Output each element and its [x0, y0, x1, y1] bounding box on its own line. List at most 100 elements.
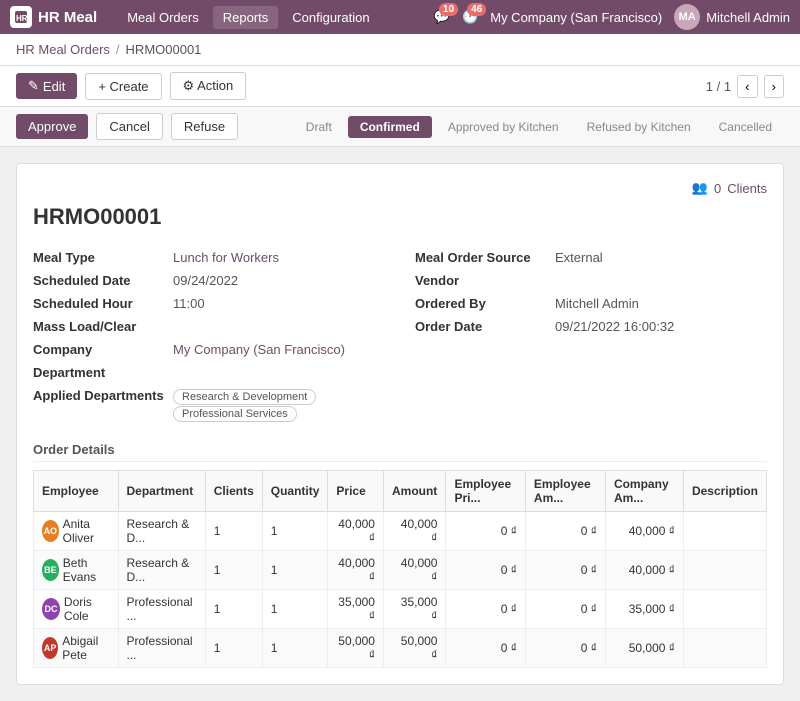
col-emp-amount: Employee Am... [525, 471, 605, 512]
cell-department: Professional ... [118, 590, 205, 629]
refuse-button[interactable]: Refuse [171, 113, 238, 140]
step-draft[interactable]: Draft [294, 116, 344, 138]
table-row[interactable]: AO Anita Oliver Research & D... 1 1 40,0… [34, 512, 767, 551]
cell-employee: BE Beth Evans [34, 551, 119, 590]
top-navigation: HR HR Meal Meal Orders Reports Configura… [0, 0, 800, 34]
table-body: AO Anita Oliver Research & D... 1 1 40,0… [34, 512, 767, 668]
order-details-title: Order Details [33, 442, 767, 462]
col-employee: Employee [34, 471, 119, 512]
avatar: MA [674, 4, 700, 30]
clients-badge[interactable]: 👥 0 Clients [692, 180, 767, 196]
svg-text:HR: HR [16, 14, 28, 23]
cell-clients: 1 [205, 551, 262, 590]
field-mass-load: Mass Load/Clear [33, 315, 385, 338]
col-description: Description [683, 471, 766, 512]
cell-amount: 35,000 ₫ [383, 590, 445, 629]
order-table: Employee Department Clients Quantity Pri… [33, 470, 767, 668]
cell-department: Research & D... [118, 551, 205, 590]
status-bar: Approve Cancel Refuse Draft Confirmed Ap… [0, 107, 800, 147]
cell-emp-amount: 0 ₫ [525, 551, 605, 590]
breadcrumb-current: HRMO00001 [126, 42, 202, 57]
tag-research[interactable]: Research & Development [173, 389, 316, 405]
todo-badge[interactable]: 🕐 46 [462, 9, 478, 25]
user-name: Mitchell Admin [706, 10, 790, 25]
brand-name: HR Meal [38, 9, 97, 26]
clients-label: Clients [727, 181, 767, 196]
breadcrumb-separator: / [116, 42, 120, 57]
clients-count: 0 [714, 181, 721, 196]
cell-employee: AP Abigail Pete [34, 629, 119, 668]
page-prev-button[interactable]: ‹ [737, 75, 757, 98]
cell-emp-price: 0 ₫ [446, 590, 525, 629]
main-content: 👥 0 Clients HRMO00001 Meal Type Lunch fo… [0, 147, 800, 701]
cell-amount: 50,000 ₫ [383, 629, 445, 668]
brand-icon: HR [10, 6, 32, 28]
field-ordered-by: Ordered By Mitchell Admin [415, 292, 767, 315]
step-confirmed[interactable]: Confirmed [348, 116, 432, 138]
breadcrumb-parent[interactable]: HR Meal Orders [16, 42, 110, 57]
cell-clients: 1 [205, 512, 262, 551]
cell-price: 40,000 ₫ [328, 551, 384, 590]
col-price: Price [328, 471, 384, 512]
cell-company-amount: 40,000 ₫ [605, 512, 683, 551]
nav-actions: 💬 10 🕐 46 My Company (San Francisco) MA … [434, 4, 790, 30]
step-refused-kitchen[interactable]: Refused by Kitchen [575, 116, 703, 138]
create-button[interactable]: + Create [85, 73, 161, 100]
approve-button[interactable]: Approve [16, 114, 88, 139]
page-navigation: 1 / 1 ‹ › [706, 75, 784, 98]
cell-quantity: 1 [262, 551, 328, 590]
brand-logo[interactable]: HR HR Meal [10, 6, 97, 28]
cell-quantity: 1 [262, 512, 328, 551]
cell-company-amount: 50,000 ₫ [605, 629, 683, 668]
chat-count: 10 [439, 3, 458, 16]
field-vendor: Vendor [415, 269, 767, 292]
cell-amount: 40,000 ₫ [383, 551, 445, 590]
edit-button[interactable]: ✎ Edit [16, 73, 77, 99]
user-menu[interactable]: MA Mitchell Admin [674, 4, 790, 30]
cell-clients: 1 [205, 590, 262, 629]
cell-description [683, 590, 766, 629]
cell-company-amount: 40,000 ₫ [605, 551, 683, 590]
col-emp-price: Employee Pri... [446, 471, 525, 512]
table-row[interactable]: DC Doris Cole Professional ... 1 1 35,00… [34, 590, 767, 629]
cell-emp-price: 0 ₫ [446, 551, 525, 590]
action-button[interactable]: ⚙ Action [170, 72, 247, 100]
cell-price: 50,000 ₫ [328, 629, 384, 668]
cell-description [683, 551, 766, 590]
field-department: Department [33, 361, 385, 384]
table-header: Employee Department Clients Quantity Pri… [34, 471, 767, 512]
cancel-button[interactable]: Cancel [96, 113, 162, 140]
form-fields: Meal Type Lunch for Workers Scheduled Da… [33, 246, 767, 426]
step-cancelled[interactable]: Cancelled [707, 116, 784, 138]
tag-professional[interactable]: Professional Services [173, 406, 297, 422]
col-clients: Clients [205, 471, 262, 512]
nav-links: Meal Orders Reports Configuration [117, 6, 379, 29]
cell-department: Research & D... [118, 512, 205, 551]
col-quantity: Quantity [262, 471, 328, 512]
nav-meal-orders[interactable]: Meal Orders [117, 6, 209, 29]
cell-emp-amount: 0 ₫ [525, 512, 605, 551]
field-scheduled-hour: Scheduled Hour 11:00 [33, 292, 385, 315]
cell-emp-amount: 0 ₫ [525, 590, 605, 629]
cell-quantity: 1 [262, 590, 328, 629]
cell-description [683, 512, 766, 551]
nav-reports[interactable]: Reports [213, 6, 279, 29]
cell-description [683, 629, 766, 668]
table-row[interactable]: BE Beth Evans Research & D... 1 1 40,000… [34, 551, 767, 590]
table-row[interactable]: AP Abigail Pete Professional ... 1 1 50,… [34, 629, 767, 668]
breadcrumb: HR Meal Orders / HRMO00001 [0, 34, 800, 66]
form-card: 👥 0 Clients HRMO00001 Meal Type Lunch fo… [16, 163, 784, 685]
col-department: Department [118, 471, 205, 512]
step-approved-kitchen[interactable]: Approved by Kitchen [436, 116, 571, 138]
col-amount: Amount [383, 471, 445, 512]
cell-amount: 40,000 ₫ [383, 512, 445, 551]
cell-price: 35,000 ₫ [328, 590, 384, 629]
cell-emp-price: 0 ₫ [446, 512, 525, 551]
page-info: 1 / 1 [706, 79, 731, 94]
nav-configuration[interactable]: Configuration [282, 6, 379, 29]
field-meal-order-source: Meal Order Source External [415, 246, 767, 269]
field-meal-type: Meal Type Lunch for Workers [33, 246, 385, 269]
chat-badge[interactable]: 💬 10 [434, 9, 450, 25]
page-next-button[interactable]: › [764, 75, 784, 98]
toolbar: ✎ Edit + Create ⚙ Action 1 / 1 ‹ › [0, 66, 800, 107]
